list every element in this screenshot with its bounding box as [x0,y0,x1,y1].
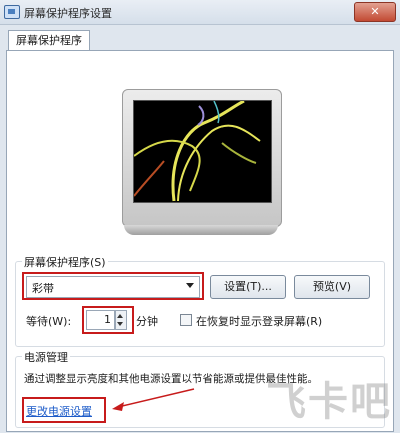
ribbon-graphic [134,101,261,202]
screensaver-preview-screen [133,100,272,203]
screensaver-group-label: 屏幕保护程序(S) [22,254,108,270]
close-icon: ✕ [370,5,380,18]
tab-screensaver[interactable]: 屏幕保护程序 [8,30,90,51]
close-button[interactable]: ✕ [354,2,396,22]
watermark: 飞卡吧 [266,379,392,425]
wait-label: 等待(W): [26,315,72,328]
wait-highlight [82,306,134,334]
link-highlight [22,397,106,423]
red-arrow-annotation [112,388,195,411]
window-title: 屏幕保护程序设置 [24,7,112,20]
screen-icon [4,5,20,19]
resume-checkbox-label: 在恢复时显示登录屏幕(R) [196,315,323,328]
dropdown-highlight [22,272,204,300]
monitor-stand [124,225,278,235]
preview-button[interactable]: 预览(V) [294,275,370,299]
wait-unit: 分钟 [136,315,158,328]
settings-button[interactable]: 设置(T)... [210,275,286,299]
power-group-label: 电源管理 [22,349,70,365]
title-bar: 屏幕保护程序设置 ✕ [0,0,400,25]
monitor-preview [122,89,282,227]
resume-checkbox[interactable] [180,314,192,326]
screensaver-group: 屏幕保护程序(S) 彩带 设置(T)... 预览(V) 等待(W): 1 分钟 … [15,254,385,347]
